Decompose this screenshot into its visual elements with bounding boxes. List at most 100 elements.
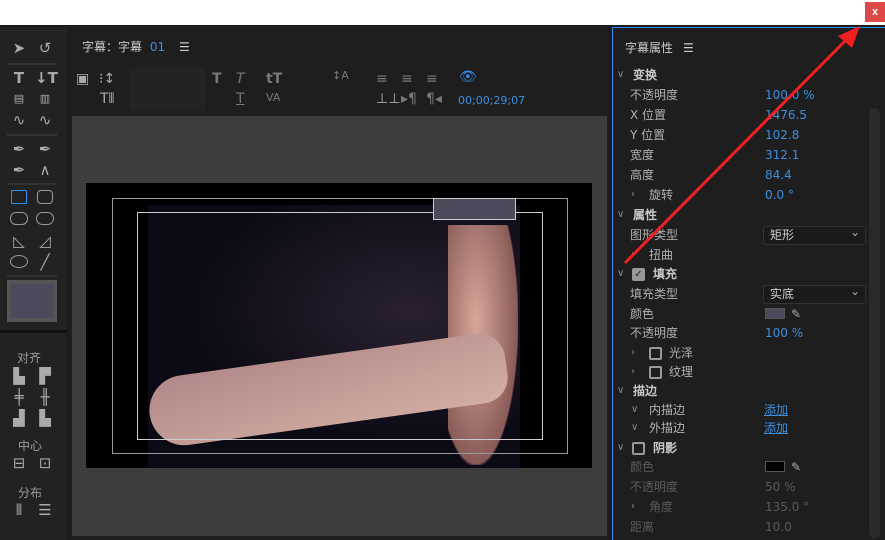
arc-tool-icon[interactable]: ◿ xyxy=(35,232,55,250)
shadow-checkbox[interactable] xyxy=(632,442,645,455)
align-vertical-center-icon[interactable]: ╫ xyxy=(35,388,55,406)
distribute-horizontal-icon[interactable]: ⫴ xyxy=(9,501,29,519)
x-position-label: X 位置 xyxy=(630,108,667,122)
rtl-paragraph-icon[interactable]: ¶◂ xyxy=(426,91,442,107)
ltr-paragraph-icon[interactable]: ▸¶ xyxy=(401,91,417,107)
vertical-type-tool-icon[interactable]: ↓T xyxy=(35,69,58,87)
vertical-path-type-tool-icon[interactable]: ∿ xyxy=(35,111,55,129)
y-position-label: Y 位置 xyxy=(630,128,666,142)
italic-icon[interactable]: T xyxy=(236,71,245,87)
shadow-opacity-label: 不透明度 xyxy=(630,480,679,494)
fill-type-label: 填充类型 xyxy=(630,287,679,301)
show-video-icon[interactable]: 👁 xyxy=(459,69,477,85)
close-button[interactable]: x xyxy=(865,2,885,22)
y-position-value[interactable]: 102.8 xyxy=(765,125,799,145)
rectangle-tool-icon[interactable] xyxy=(11,190,27,204)
templates-icon[interactable]: T⫴ xyxy=(100,91,114,107)
hamburger-icon[interactable]: ☰ xyxy=(179,40,190,54)
tools-panel: ➤ ↺ T ↓T ▤ ▥ ∿ ∿ ✒ ✒ ✒ ∧ ◺ ◿ ╱ 对齐 ▙ ▛ ╪ … xyxy=(0,27,67,540)
fill-color-swatch[interactable] xyxy=(765,308,785,319)
video-frame[interactable] xyxy=(86,183,592,468)
x-position-value[interactable]: 1476.5 xyxy=(765,105,807,125)
ellipse-tool-icon[interactable] xyxy=(10,255,28,268)
roll-crawl-options-icon[interactable]: ⁝↕ xyxy=(99,71,115,87)
type-tool-icon[interactable]: T xyxy=(9,69,29,87)
rectangle-shape[interactable] xyxy=(433,198,516,220)
panel-title: 字幕：字幕 xyxy=(82,40,143,54)
height-value[interactable]: 84.4 xyxy=(765,165,792,185)
shadow-angle-value[interactable]: 135.0 ° xyxy=(765,497,809,517)
selection-tool-icon[interactable]: ➤ xyxy=(9,39,29,57)
add-outer-stroke-link[interactable]: 添加 xyxy=(764,418,788,438)
align-left-icon[interactable]: ▙ xyxy=(9,367,29,385)
title-properties-panel: 字幕属性 ☰ ∨ 变换 不透明度 100.0 % X 位置 1476.5 Y 位置 102… xyxy=(612,27,885,540)
leading-icon[interactable]: ↕A xyxy=(332,69,349,82)
align-right-icon[interactable]: ▟ xyxy=(9,409,29,427)
add-inner-stroke-link[interactable]: 添加 xyxy=(764,400,788,420)
width-value[interactable]: 312.1 xyxy=(765,145,799,165)
wedge-tool-icon[interactable]: ◺ xyxy=(9,232,29,250)
clipped-corner-rectangle-tool-icon[interactable] xyxy=(10,212,28,225)
fill-type-dropdown[interactable]: 实底 xyxy=(763,283,866,304)
add-anchor-tool-icon[interactable]: ✒ xyxy=(9,161,29,179)
rotate-tool-icon[interactable]: ↺ xyxy=(35,39,55,57)
bold-icon[interactable]: T xyxy=(212,71,222,87)
rounded-rectangle-tool-icon[interactable] xyxy=(37,190,53,204)
shadow-color-swatch[interactable] xyxy=(765,461,785,472)
align-left-text-icon[interactable]: ≡ xyxy=(376,71,388,87)
sheen-checkbox[interactable] xyxy=(649,347,662,360)
eyedropper-icon[interactable]: ✎ xyxy=(791,304,801,324)
shadow-opacity-value[interactable]: 50 % xyxy=(765,477,796,497)
area-type-tool-icon[interactable]: ▤ xyxy=(9,90,29,108)
distribute-vertical-icon[interactable]: ☰ xyxy=(35,501,55,519)
title-number: 01 xyxy=(149,40,166,54)
align-label: 对齐 xyxy=(17,351,42,365)
align-bottom-icon[interactable]: ▙ xyxy=(35,409,55,427)
align-right-text-icon[interactable]: ≡ xyxy=(426,71,438,87)
rotation-label[interactable]: 旋转 xyxy=(649,185,673,205)
vertical-area-type-tool-icon[interactable]: ▥ xyxy=(35,90,55,108)
align-top-icon[interactable]: ▛ xyxy=(35,367,55,385)
title-safe-margin xyxy=(137,212,543,440)
convert-anchor-tool-icon[interactable]: ∧ xyxy=(35,161,55,179)
kerning-icon[interactable]: VA xyxy=(266,91,280,104)
underline-icon[interactable]: T xyxy=(236,91,245,107)
opacity-label: 不透明度 xyxy=(630,88,679,102)
pen-tool-icon[interactable]: ✒ xyxy=(9,140,29,158)
shadow-section[interactable]: 阴影 xyxy=(653,438,677,458)
line-tool-icon[interactable]: ╱ xyxy=(35,253,55,271)
delete-anchor-tool-icon[interactable]: ✒ xyxy=(35,140,55,158)
shape-type-dropdown[interactable]: 矩形 xyxy=(763,224,866,245)
texture-checkbox[interactable] xyxy=(649,366,662,379)
fill-opacity-label: 不透明度 xyxy=(630,326,679,340)
transform-section[interactable]: 变换 xyxy=(633,65,657,85)
stroke-section[interactable]: 描边 xyxy=(633,381,657,401)
texture-label: 纹理 xyxy=(669,365,694,379)
sheen-label: 光泽 xyxy=(669,346,694,360)
font-style-dropdown[interactable] xyxy=(129,89,205,111)
fill-checkbox[interactable]: ✓ xyxy=(632,268,645,281)
font-family-dropdown[interactable] xyxy=(129,67,205,89)
attributes-section[interactable]: 属性 xyxy=(633,205,657,225)
shadow-distance-value[interactable]: 10.0 xyxy=(765,517,792,537)
rotation-value[interactable]: 0.0 ° xyxy=(765,185,794,205)
font-size-icon[interactable]: tT xyxy=(266,71,282,87)
tab-stops-icon[interactable]: ⊥⊥ xyxy=(376,91,400,107)
title-background-toggle-icon[interactable]: ▣ xyxy=(76,71,89,87)
fill-section[interactable]: 填充 xyxy=(653,264,677,284)
rounded-corner-rectangle-tool-icon[interactable] xyxy=(36,212,54,225)
opacity-value[interactable]: 100.0 % xyxy=(765,85,815,105)
shadow-distance-label: 距离 xyxy=(630,520,655,534)
center-vertical-icon[interactable]: ⊡ xyxy=(35,454,55,472)
fill-color-preview xyxy=(7,280,57,322)
fill-opacity-value[interactable]: 100 % xyxy=(765,323,803,343)
center-horizontal-icon[interactable]: ⊟ xyxy=(9,454,29,472)
align-center-text-icon[interactable]: ≡ xyxy=(401,71,413,87)
distort-label[interactable]: 扭曲 xyxy=(649,245,673,265)
align-horizontal-center-icon[interactable]: ╪ xyxy=(9,388,29,406)
path-type-tool-icon[interactable]: ∿ xyxy=(9,111,29,129)
hamburger-icon[interactable]: ☰ xyxy=(683,41,694,55)
outer-stroke-label: 外描边 xyxy=(649,421,686,435)
eyedropper-icon[interactable]: ✎ xyxy=(791,457,801,477)
timecode[interactable]: 00;00;29;07 xyxy=(458,94,525,107)
